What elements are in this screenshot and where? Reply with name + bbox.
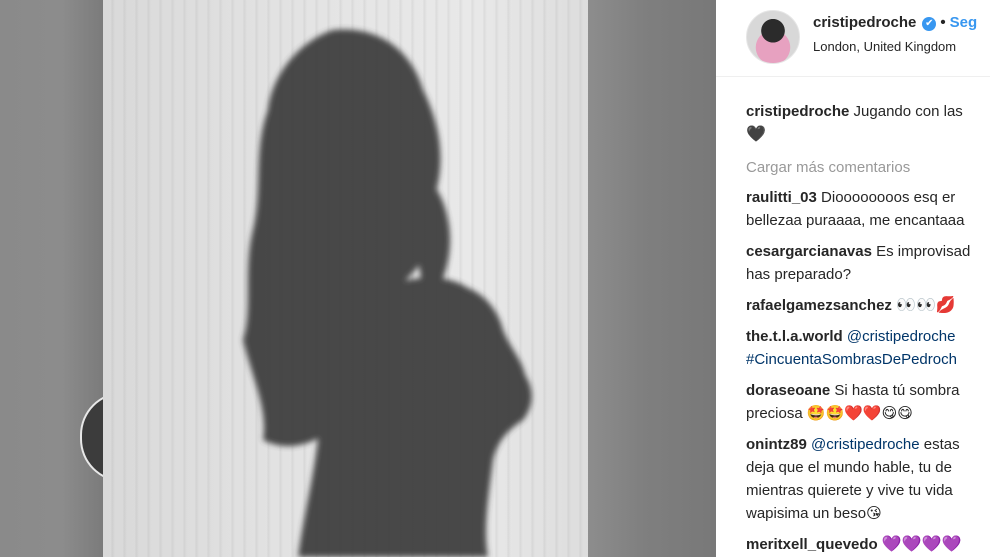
caption-username[interactable]: cristipedroche: [746, 103, 849, 120]
comment-text: wapisima un beso😘: [746, 505, 882, 522]
mention-link[interactable]: @cristipedroche: [811, 436, 920, 453]
comment-item: raulitti_03 Dioooooooos esq er bellezaa …: [746, 186, 990, 232]
caption-emoji: 🖤: [746, 126, 766, 143]
location-link[interactable]: London, United Kingdom: [813, 39, 956, 54]
comment-text: has preparado?: [746, 266, 852, 283]
username-link[interactable]: cristipedroche: [813, 14, 916, 31]
header-username-row: cristipedroche ✔ • Seg: [813, 14, 977, 31]
load-more-comments-button[interactable]: Cargar más comentarios: [746, 159, 990, 176]
comment-item: the.t.l.a.world @cristipedroche #Cincuen…: [746, 325, 990, 371]
comment-text: deja que el mundo hable, tu de: [746, 459, 952, 476]
caption: cristipedroche Jugando con las 🖤: [746, 100, 990, 146]
comment-item: cesargarcianavas Es improvisad has prepa…: [746, 240, 990, 286]
comment-text: Dioooooooos esq er: [821, 189, 956, 206]
comment-text: 👀👀💋: [896, 297, 956, 314]
comment-username[interactable]: onintz89: [746, 436, 807, 453]
comment-text: mientras quierete y vive tu vida: [746, 482, 953, 499]
verified-badge-icon: ✔: [922, 17, 937, 31]
comment-username[interactable]: meritxell_quevedo: [746, 536, 878, 553]
post-header: cristipedroche ✔ • Seg London, United Kingd…: [716, 0, 990, 77]
caption-text: Jugando con las: [853, 103, 963, 120]
lightbox-backdrop: [0, 0, 103, 557]
comment-username[interactable]: doraseoane: [746, 382, 830, 399]
post-details-panel: cristipedroche ✔ • Seg London, United Kingd…: [716, 0, 990, 557]
comment-item: rafaelgamezsanchez 👀👀💋: [746, 294, 990, 317]
comments-section: cristipedroche Jugando con las 🖤 Cargar …: [746, 100, 990, 557]
comment-item: onintz89 @cristipedroche estas deja que …: [746, 433, 990, 525]
comment-text: bellezaa puraaaa, me encantaaa: [746, 212, 965, 229]
comment-text: Es improvisad: [876, 243, 971, 260]
comment-text: estas: [923, 436, 960, 453]
comment-item: meritxell_quevedo 💜💜💜💜: [746, 533, 990, 556]
follow-button[interactable]: Seg: [950, 14, 978, 31]
comment-username[interactable]: rafaelgamezsanchez: [746, 297, 892, 314]
profile-avatar[interactable]: [746, 10, 800, 64]
comment-username[interactable]: raulitti_03: [746, 189, 817, 206]
comment-username[interactable]: cesargarcianavas: [746, 243, 872, 260]
comment-text: preciosa 🤩🤩❤️❤️😋😋: [746, 405, 913, 422]
comment-username[interactable]: the.t.l.a.world: [746, 328, 843, 345]
hashtag-link[interactable]: #CincuentaSombrasDePedroch: [746, 348, 990, 371]
separator-dot: •: [940, 14, 946, 31]
comment-text: Si hasta tú sombra: [834, 382, 960, 399]
silhouette-shadow: [243, 29, 532, 557]
mention-link[interactable]: @cristipedroche: [847, 328, 956, 345]
post-photo: [103, 0, 716, 557]
comment-text: 💜💜💜💜: [881, 536, 962, 553]
comment-item: doraseoane Si hasta tú sombra preciosa 🤩…: [746, 379, 990, 425]
